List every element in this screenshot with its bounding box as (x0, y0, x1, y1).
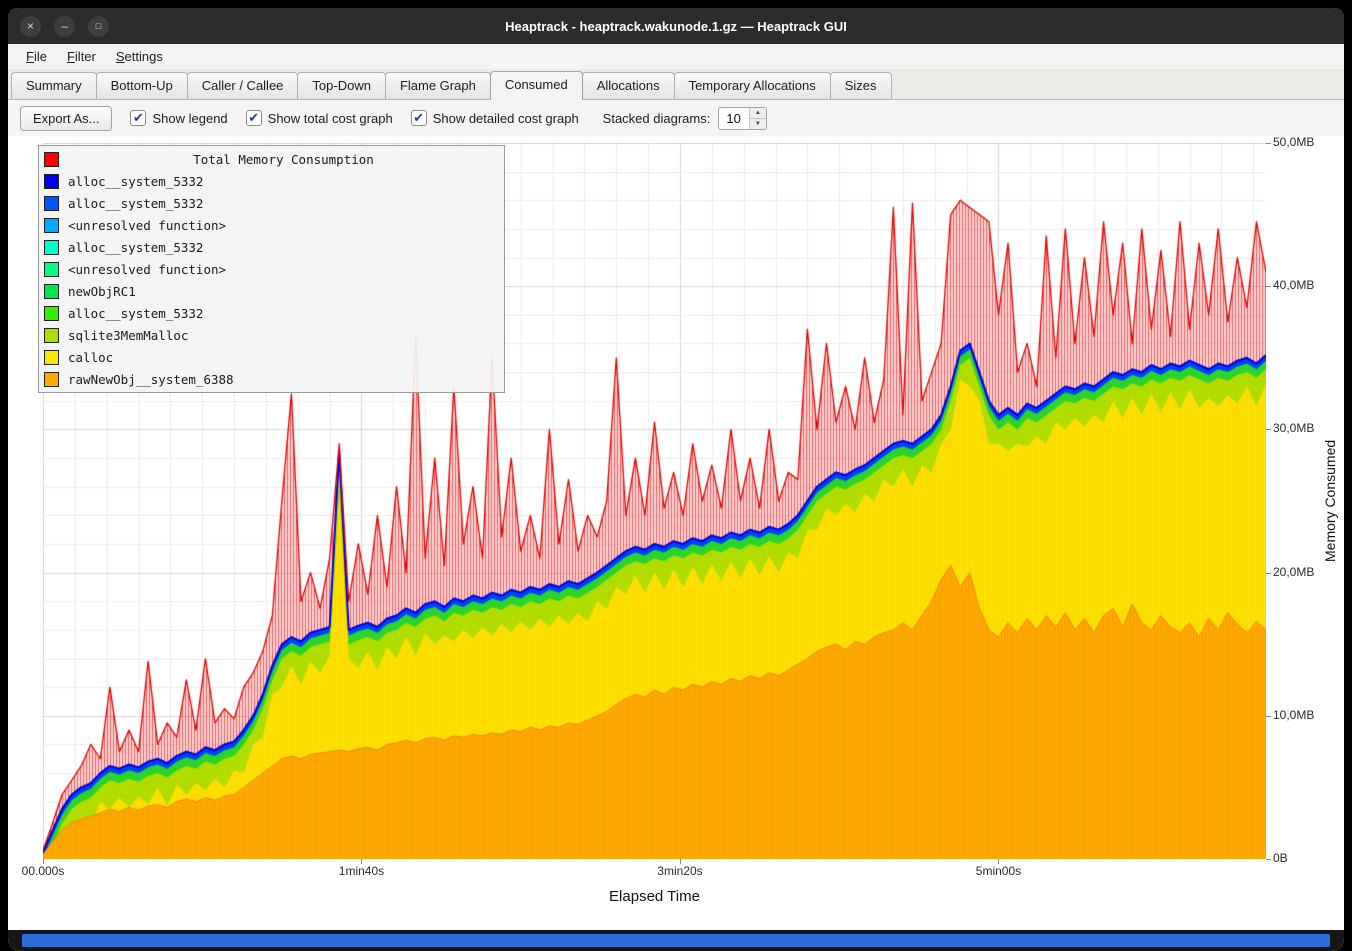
tab-caller-callee[interactable]: Caller / Callee (187, 72, 299, 99)
tab-allocations[interactable]: Allocations (582, 72, 675, 99)
menu-filter[interactable]: Filter (57, 46, 106, 67)
legend-item-label: <unresolved function> (68, 262, 226, 277)
spinbox-buttons: ▲ ▼ (749, 108, 766, 129)
legend-item[interactable]: alloc__system_5332 (44, 236, 499, 258)
checkbox-show-detailed-cost-graph[interactable]: ✔ Show detailed cost graph (411, 110, 579, 126)
screen: × – □ Heaptrack - heaptrack.wakunode.1.g… (0, 0, 1352, 951)
legend-item-label: alloc__system_5332 (68, 174, 203, 189)
y-tick-mark (1266, 286, 1271, 287)
legend-item[interactable]: alloc__system_5332 (44, 170, 499, 192)
y-tick-label: 30,0MB (1273, 421, 1314, 435)
x-axis-title: Elapsed Time (43, 888, 1266, 905)
x-tick-label: 00.000s (8, 864, 88, 878)
y-tick-mark (1266, 143, 1271, 144)
legend-item[interactable]: sqlite3MemMalloc (44, 324, 499, 346)
menu-file[interactable]: File (16, 46, 57, 67)
window-title: Heaptrack - heaptrack.wakunode.1.gz — He… (505, 19, 847, 34)
footer (8, 930, 1344, 951)
spinbox-value: 10 (719, 108, 748, 129)
legend-item[interactable]: <unresolved function> (44, 214, 499, 236)
tab-bottom-up[interactable]: Bottom-Up (96, 72, 188, 99)
legend-swatch (44, 306, 59, 321)
legend-title-swatch (44, 152, 59, 167)
legend-item[interactable]: calloc (44, 346, 499, 368)
heaptrack-window: × – □ Heaptrack - heaptrack.wakunode.1.g… (8, 8, 1344, 951)
tab-sizes[interactable]: Sizes (830, 72, 892, 99)
x-tick-label: 5min00s (953, 864, 1043, 878)
legend-item-label: newObjRC1 (68, 284, 136, 299)
chart-legend: Total Memory Consumption alloc__system_53… (38, 145, 505, 393)
checkbox-label: Show total cost graph (268, 111, 393, 126)
checkbox-label: Show detailed cost graph (433, 111, 579, 126)
legend-swatch (44, 196, 59, 211)
spinbox-up-button[interactable]: ▲ (750, 108, 766, 118)
timeline-range-slider[interactable] (22, 934, 1330, 947)
legend-item-label: alloc__system_5332 (68, 196, 203, 211)
close-button[interactable]: × (20, 16, 41, 37)
y-tick-label: 10,0MB (1273, 708, 1314, 722)
legend-swatch (44, 174, 59, 189)
minimize-button[interactable]: – (54, 16, 75, 37)
tab-summary[interactable]: Summary (11, 72, 97, 99)
chart-area: Total Memory Consumption alloc__system_53… (8, 136, 1344, 930)
y-tick-mark (1266, 429, 1271, 430)
y-tick-label: 0B (1273, 851, 1288, 865)
titlebar: × – □ Heaptrack - heaptrack.wakunode.1.g… (8, 8, 1344, 44)
y-tick-label: 40,0MB (1273, 278, 1314, 292)
toolbar: Export As... ✔ Show legend ✔ Show total cos… (8, 100, 1344, 136)
legend-swatch (44, 372, 59, 387)
checkbox-box[interactable]: ✔ (130, 110, 146, 126)
legend-swatch (44, 350, 59, 365)
legend-title-row: Total Memory Consumption (44, 148, 499, 170)
stacked-diagrams-spinbox[interactable]: 10 ▲ ▼ (718, 107, 766, 130)
legend-item-label: calloc (68, 350, 113, 365)
y-tick-mark (1266, 573, 1271, 574)
tabbar: SummaryBottom-UpCaller / CalleeTop-DownF… (8, 69, 1344, 100)
legend-item-label: alloc__system_5332 (68, 240, 203, 255)
legend-swatch (44, 328, 59, 343)
legend-item-label: <unresolved function> (68, 218, 226, 233)
tab-temporary-allocations[interactable]: Temporary Allocations (674, 72, 831, 99)
legend-item[interactable]: alloc__system_5332 (44, 192, 499, 214)
legend-item-label: alloc__system_5332 (68, 306, 203, 321)
legend-item-label: rawNewObj__system_6388 (68, 372, 234, 387)
x-tick-label: 1min40s (316, 864, 406, 878)
tab-top-down[interactable]: Top-Down (297, 72, 386, 99)
tab-flame-graph[interactable]: Flame Graph (385, 72, 491, 99)
y-tick-label: 50,0MB (1273, 135, 1314, 149)
menubar: FileFilterSettings (8, 44, 1344, 69)
checkbox-show-legend[interactable]: ✔ Show legend (130, 110, 227, 126)
stacked-diagrams-label: Stacked diagrams: (603, 111, 711, 126)
legend-item[interactable]: <unresolved function> (44, 258, 499, 280)
x-tick-label: 3min20s (635, 864, 725, 878)
checkbox-label: Show legend (152, 111, 227, 126)
y-axis-title: Memory Consumed (1322, 143, 1338, 859)
checkbox-show-total-cost-graph[interactable]: ✔ Show total cost graph (246, 110, 393, 126)
legend-swatch (44, 240, 59, 255)
checkbox-box[interactable]: ✔ (411, 110, 427, 126)
legend-swatch (44, 218, 59, 233)
export-as-button[interactable]: Export As... (20, 106, 112, 131)
legend-title: Total Memory Consumption (68, 152, 499, 167)
legend-swatch (44, 262, 59, 277)
y-tick-label: 20,0MB (1273, 565, 1314, 579)
checkbox-box[interactable]: ✔ (246, 110, 262, 126)
menu-settings[interactable]: Settings (106, 46, 173, 67)
window-controls: × – □ (20, 8, 109, 44)
legend-item[interactable]: rawNewObj__system_6388 (44, 368, 499, 390)
legend-item-label: sqlite3MemMalloc (68, 328, 188, 343)
y-tick-mark (1266, 859, 1271, 860)
legend-item[interactable]: newObjRC1 (44, 280, 499, 302)
legend-swatch (44, 284, 59, 299)
spinbox-down-button[interactable]: ▼ (750, 118, 766, 129)
toolbar-checkboxes: ✔ Show legend ✔ Show total cost graph ✔ Show … (130, 110, 578, 126)
legend-item[interactable]: alloc__system_5332 (44, 302, 499, 324)
tab-consumed[interactable]: Consumed (490, 71, 583, 100)
maximize-button[interactable]: □ (88, 16, 109, 37)
y-tick-mark (1266, 716, 1271, 717)
